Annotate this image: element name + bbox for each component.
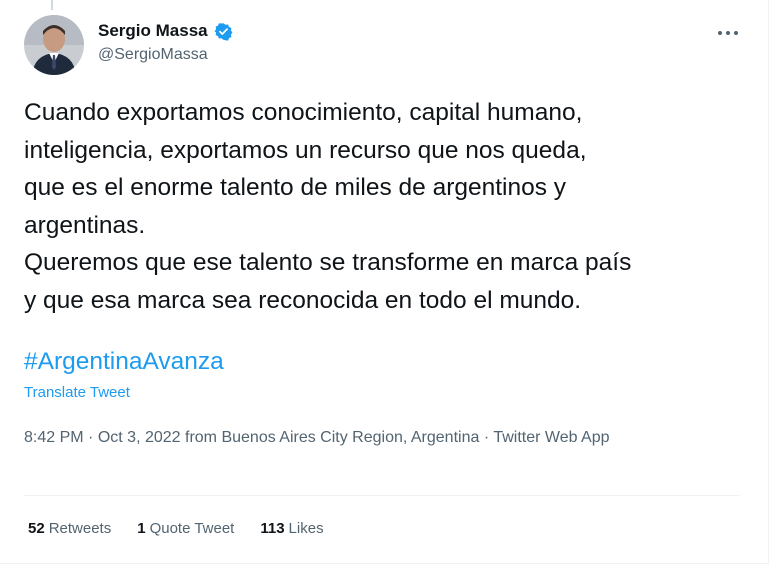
more-options-button[interactable] [712, 20, 744, 44]
quotes-label: Quote Tweet [149, 520, 235, 537]
tweet-text: Cuando exportamos conocimiento, capital … [24, 99, 632, 314]
retweets-stat[interactable]: 52 Retweets [28, 520, 111, 537]
hashtag-link[interactable]: #ArgentinaAvanza [24, 343, 224, 380]
likes-label: Likes [288, 520, 324, 537]
tweet-location: from Buenos Aires City Region, Argentina [185, 429, 480, 446]
retweets-label: Retweets [48, 520, 112, 537]
retweets-count: 52 [28, 520, 45, 537]
tweet-source[interactable]: Twitter Web App [493, 429, 609, 446]
avatar[interactable] [24, 15, 84, 75]
display-name-row: Sergio Massa [98, 20, 233, 42]
tweet-time[interactable]: 8:42 PM [24, 429, 84, 446]
display-name[interactable]: Sergio Massa [98, 21, 208, 41]
translate-tweet-link[interactable]: Translate Tweet [24, 384, 130, 401]
author-header[interactable]: Sergio Massa @SergioMassa [98, 20, 233, 64]
verified-badge-icon [214, 22, 233, 41]
divider [24, 495, 740, 496]
meta-separator: · [88, 429, 94, 446]
tweet-date[interactable]: Oct 3, 2022 [98, 429, 181, 446]
quotes-count: 1 [137, 520, 146, 537]
engagement-stats: 52 Retweets 1 Quote Tweet 113 Likes [28, 520, 324, 537]
quote-tweets-stat[interactable]: 1 Quote Tweet [137, 520, 234, 537]
likes-count: 113 [260, 520, 285, 537]
likes-stat[interactable]: 113 Likes [260, 520, 323, 537]
tweet-metadata: 8:42 PM · Oct 3, 2022 from Buenos Aires … [24, 425, 724, 450]
thread-connector-line [51, 0, 53, 10]
handle[interactable]: @SergioMassa [98, 46, 233, 64]
meta-separator: · [483, 429, 490, 446]
more-options-icon [717, 23, 739, 41]
